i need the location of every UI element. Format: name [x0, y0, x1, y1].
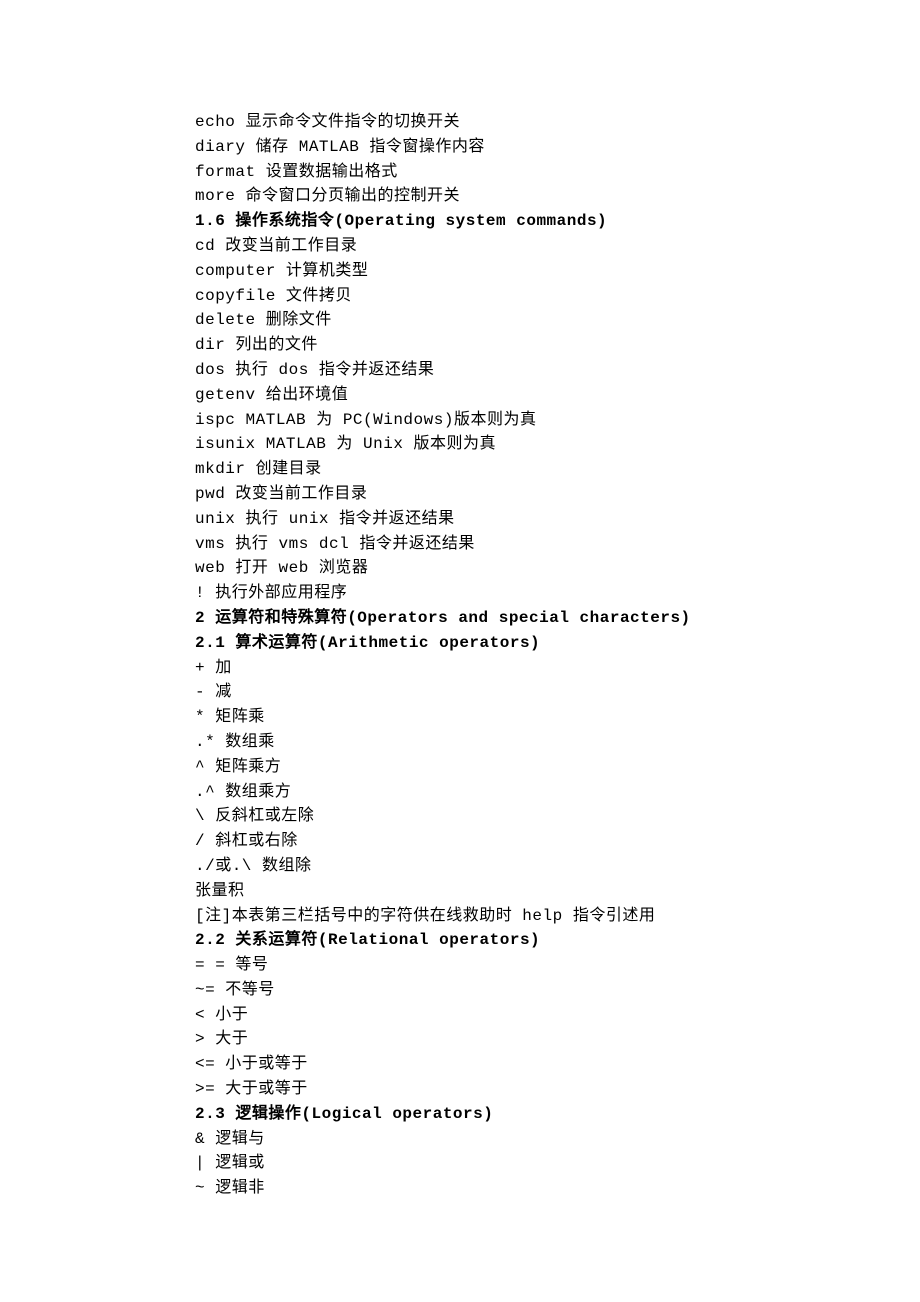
section-heading: 2.1 算术运算符(Arithmetic operators) — [195, 631, 920, 656]
section-heading: 1.6 操作系统指令(Operating system commands) — [195, 209, 920, 234]
text-line: getenv 给出环境值 — [195, 383, 920, 408]
text-line: 张量积 — [195, 879, 920, 904]
text-line: >= 大于或等于 — [195, 1077, 920, 1102]
text-line: + 加 — [195, 656, 920, 681]
text-line: | 逻辑或 — [195, 1151, 920, 1176]
text-line: echo 显示命令文件指令的切换开关 — [195, 110, 920, 135]
text-line: copyfile 文件拷贝 — [195, 284, 920, 309]
text-line: vms 执行 vms dcl 指令并返还结果 — [195, 532, 920, 557]
text-line: mkdir 创建目录 — [195, 457, 920, 482]
text-line: ^ 矩阵乘方 — [195, 755, 920, 780]
text-line: < 小于 — [195, 1003, 920, 1028]
text-line: - 减 — [195, 680, 920, 705]
text-line: <= 小于或等于 — [195, 1052, 920, 1077]
text-line: .^ 数组乘方 — [195, 780, 920, 805]
text-line: * 矩阵乘 — [195, 705, 920, 730]
text-line: dir 列出的文件 — [195, 333, 920, 358]
section-heading: 2.3 逻辑操作(Logical operators) — [195, 1102, 920, 1127]
text-line: [注]本表第三栏括号中的字符供在线救助时 help 指令引述用 — [195, 904, 920, 929]
text-line: isunix MATLAB 为 Unix 版本则为真 — [195, 432, 920, 457]
text-line: pwd 改变当前工作目录 — [195, 482, 920, 507]
text-line: ! 执行外部应用程序 — [195, 581, 920, 606]
text-line: ~ 逻辑非 — [195, 1176, 920, 1201]
document-page: echo 显示命令文件指令的切换开关diary 储存 MATLAB 指令窗操作内… — [0, 0, 920, 1302]
text-line: ~= 不等号 — [195, 978, 920, 1003]
text-line: computer 计算机类型 — [195, 259, 920, 284]
text-line: unix 执行 unix 指令并返还结果 — [195, 507, 920, 532]
text-line: > 大于 — [195, 1027, 920, 1052]
section-heading: 2.2 关系运算符(Relational operators) — [195, 928, 920, 953]
text-line: / 斜杠或右除 — [195, 829, 920, 854]
text-line: = = 等号 — [195, 953, 920, 978]
section-heading: 2 运算符和特殊算符(Operators and special charact… — [195, 606, 920, 631]
text-line: \ 反斜杠或左除 — [195, 804, 920, 829]
text-line: format 设置数据输出格式 — [195, 160, 920, 185]
text-line: dos 执行 dos 指令并返还结果 — [195, 358, 920, 383]
text-line: more 命令窗口分页输出的控制开关 — [195, 184, 920, 209]
text-line: & 逻辑与 — [195, 1127, 920, 1152]
text-line: ./或.\ 数组除 — [195, 854, 920, 879]
text-line: .* 数组乘 — [195, 730, 920, 755]
text-line: ispc MATLAB 为 PC(Windows)版本则为真 — [195, 408, 920, 433]
text-line: web 打开 web 浏览器 — [195, 556, 920, 581]
text-line: delete 删除文件 — [195, 308, 920, 333]
text-line: cd 改变当前工作目录 — [195, 234, 920, 259]
text-line: diary 储存 MATLAB 指令窗操作内容 — [195, 135, 920, 160]
